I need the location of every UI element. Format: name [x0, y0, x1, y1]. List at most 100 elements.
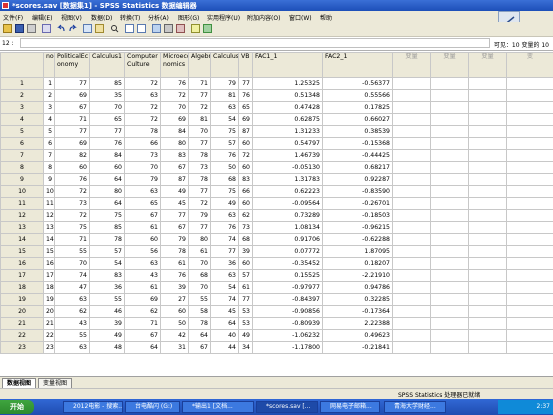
open-icon[interactable] [3, 24, 12, 33]
row-header[interactable]: 15 [0, 245, 44, 258]
empty-cell[interactable] [430, 101, 469, 114]
data-cell[interactable]: -0.97977 [252, 281, 323, 294]
data-cell[interactable]: 61 [124, 281, 161, 294]
print-icon[interactable] [27, 24, 36, 33]
data-cell[interactable]: 69 [54, 137, 90, 150]
data-cell[interactable]: 0.94786 [322, 281, 393, 294]
empty-cell[interactable] [430, 173, 469, 186]
data-cell[interactable]: 67 [54, 101, 90, 114]
empty-cell[interactable] [468, 113, 507, 126]
data-cell[interactable]: 80 [160, 137, 189, 150]
data-cell[interactable]: -0.17364 [322, 305, 393, 318]
empty-cell[interactable] [392, 281, 431, 294]
empty-cell[interactable] [506, 185, 553, 198]
data-cell[interactable]: 3 [43, 101, 55, 114]
data-cell[interactable]: 45 [210, 305, 239, 318]
data-cell[interactable]: 57 [210, 137, 239, 150]
column-header-5[interactable]: Microeco nomics [160, 52, 189, 78]
empty-cell[interactable] [468, 341, 507, 354]
data-cell[interactable]: 77 [238, 77, 253, 90]
empty-cell[interactable] [468, 185, 507, 198]
data-cell[interactable]: 76 [160, 77, 189, 90]
empty-cell[interactable] [430, 149, 469, 162]
data-cell[interactable]: 1.25325 [252, 77, 323, 90]
data-cell[interactable]: 0.32285 [322, 293, 393, 306]
dialog-recall-icon[interactable] [42, 24, 51, 33]
data-cell[interactable]: 77 [54, 77, 90, 90]
data-cell[interactable]: 0.49623 [322, 329, 393, 342]
empty-cell[interactable] [506, 125, 553, 138]
data-cell[interactable]: 11 [43, 197, 55, 210]
data-cell[interactable]: 1.31783 [252, 173, 323, 186]
data-cell[interactable]: 64 [89, 197, 125, 210]
menu-data[interactable]: 数据(D) [91, 13, 112, 22]
row-header[interactable]: 17 [0, 269, 44, 282]
data-cell[interactable]: 20 [43, 305, 55, 318]
data-cell[interactable]: 39 [238, 245, 253, 258]
data-cell[interactable]: 15 [43, 245, 55, 258]
data-cell[interactable]: 54 [210, 281, 239, 294]
data-cell[interactable]: 45 [160, 197, 189, 210]
data-cell[interactable]: 6 [43, 137, 55, 150]
data-cell[interactable]: 1.46739 [252, 149, 323, 162]
menu-file[interactable]: 文件(F) [3, 13, 23, 22]
data-cell[interactable]: 49 [210, 197, 239, 210]
empty-cell[interactable] [506, 161, 553, 174]
empty-cell[interactable] [468, 209, 507, 222]
data-cell[interactable]: 84 [89, 149, 125, 162]
empty-cell[interactable] [392, 209, 431, 222]
data-cell[interactable]: 18 [43, 281, 55, 294]
data-cell[interactable]: 27 [160, 293, 189, 306]
data-cell[interactable]: 22 [43, 329, 55, 342]
data-cell[interactable]: 21 [43, 317, 55, 330]
data-cell[interactable]: 0.68217 [322, 161, 393, 174]
data-cell[interactable]: 49 [238, 329, 253, 342]
row-header[interactable]: 1 [0, 77, 44, 90]
data-cell[interactable]: 62 [238, 209, 253, 222]
data-cell[interactable]: -1.17800 [252, 341, 323, 354]
menu-addons[interactable]: 附加内容(O) [247, 13, 280, 22]
data-cell[interactable]: 23 [43, 341, 55, 354]
data-cell[interactable]: 76 [89, 137, 125, 150]
empty-cell[interactable] [392, 89, 431, 102]
data-cell[interactable]: 67 [188, 341, 211, 354]
data-cell[interactable]: 47 [54, 281, 90, 294]
empty-cell[interactable] [392, 317, 431, 330]
data-cell[interactable]: 0.92287 [322, 173, 393, 186]
column-header-8[interactable]: VB [238, 52, 253, 78]
data-cell[interactable]: 42 [160, 329, 189, 342]
data-cell[interactable]: 83 [238, 173, 253, 186]
weight-cases-icon[interactable] [164, 24, 173, 33]
empty-cell[interactable] [468, 257, 507, 270]
data-cell[interactable]: -0.21841 [322, 341, 393, 354]
redo-icon[interactable] [68, 24, 77, 33]
row-header[interactable]: 19 [0, 293, 44, 306]
data-cell[interactable]: 72 [124, 77, 161, 90]
data-cell[interactable]: 61 [124, 221, 161, 234]
data-cell[interactable]: 72 [238, 149, 253, 162]
find-icon[interactable] [110, 24, 119, 33]
empty-cell[interactable] [506, 113, 553, 126]
empty-cell[interactable] [392, 161, 431, 174]
empty-cell[interactable] [506, 101, 553, 114]
column-header-13[interactable]: 变量 [468, 52, 507, 78]
empty-cell[interactable] [468, 137, 507, 150]
empty-cell[interactable] [468, 101, 507, 114]
data-cell[interactable]: 70 [160, 101, 189, 114]
data-cell[interactable]: 0.62875 [252, 113, 323, 126]
data-cell[interactable]: 76 [160, 269, 189, 282]
data-cell[interactable]: 69 [160, 113, 189, 126]
column-header-12[interactable]: 变量 [430, 52, 469, 78]
empty-cell[interactable] [468, 329, 507, 342]
data-cell[interactable]: 0.54797 [252, 137, 323, 150]
data-cell[interactable]: 83 [160, 149, 189, 162]
data-cell[interactable]: 0.51348 [252, 89, 323, 102]
row-header[interactable]: 3 [0, 101, 44, 114]
data-cell[interactable]: -0.05130 [252, 161, 323, 174]
data-cell[interactable]: 78 [89, 233, 125, 246]
empty-cell[interactable] [468, 89, 507, 102]
data-cell[interactable]: 50 [210, 161, 239, 174]
empty-cell[interactable] [506, 341, 553, 354]
data-cell[interactable]: 1.87095 [322, 245, 393, 258]
taskbar-item-search[interactable]: 2012电影 - 搜索... [63, 401, 123, 413]
